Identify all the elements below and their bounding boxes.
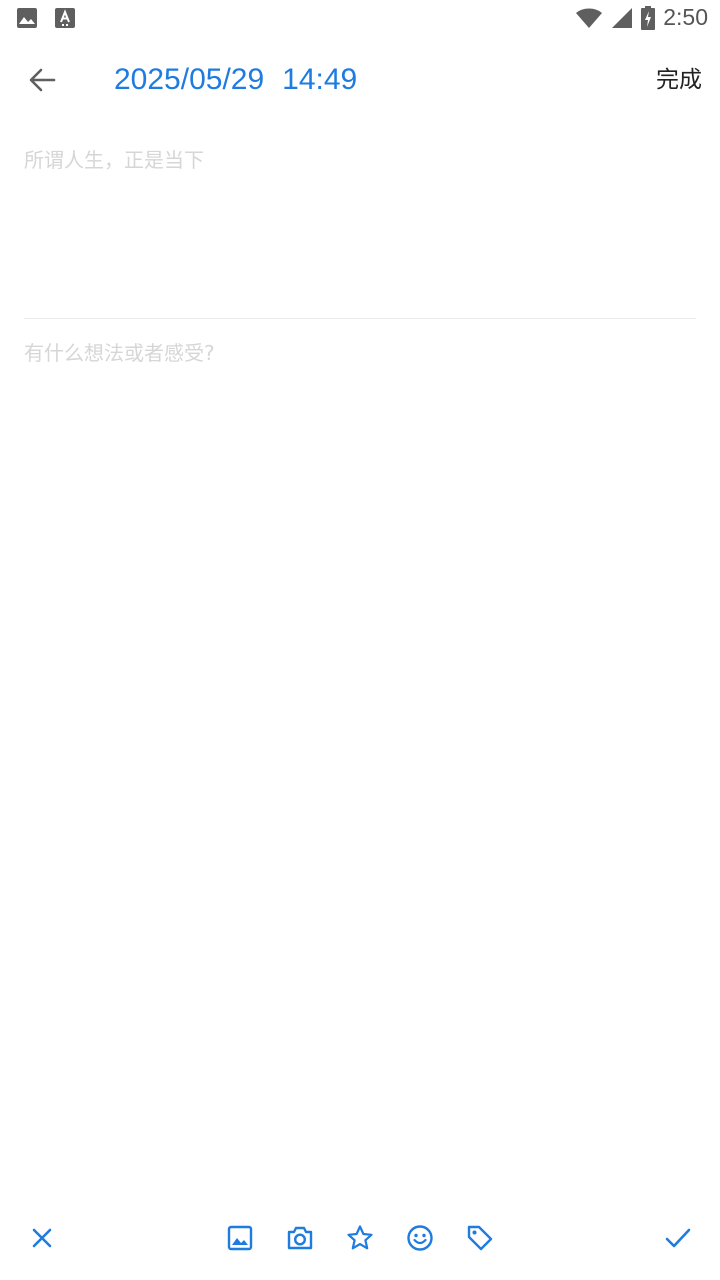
- insert-image-button[interactable]: [220, 1218, 260, 1258]
- confirm-button[interactable]: [658, 1218, 698, 1258]
- camera-button[interactable]: [280, 1218, 320, 1258]
- close-button[interactable]: [22, 1218, 62, 1258]
- title-input[interactable]: 所谓人生，正是当下: [24, 140, 696, 180]
- status-bar: 2:50: [0, 0, 720, 36]
- entry-date[interactable]: 2025/05/29: [114, 60, 264, 100]
- favorite-button[interactable]: [340, 1218, 380, 1258]
- battery-charging-icon: [641, 5, 656, 30]
- done-button[interactable]: 完成: [656, 60, 702, 100]
- date-time-selector[interactable]: 2025/05/29 14:49: [114, 60, 357, 100]
- entry-time[interactable]: 14:49: [282, 60, 357, 100]
- tag-icon: [466, 1224, 494, 1252]
- emoji-button[interactable]: [400, 1218, 440, 1258]
- screen: 2:50 2025/05/29 14:49 完成 所谓人生，正是当下 有什么想法…: [0, 0, 720, 1280]
- text-a-icon: [54, 7, 76, 29]
- signal-icon: [611, 7, 633, 29]
- close-icon: [31, 1227, 53, 1249]
- arrow-left-icon: [28, 66, 56, 94]
- check-icon: [665, 1227, 691, 1249]
- tag-button[interactable]: [460, 1218, 500, 1258]
- emoji-icon: [406, 1224, 434, 1252]
- content-input[interactable]: 有什么想法或者感受?: [24, 333, 696, 373]
- status-time: 2:50: [663, 4, 708, 30]
- back-button[interactable]: [22, 60, 62, 100]
- image-icon: [16, 7, 38, 29]
- editor-header: 2025/05/29 14:49 完成: [0, 48, 720, 112]
- bottom-toolbar: [0, 1208, 720, 1268]
- camera-icon: [286, 1225, 314, 1251]
- star-icon: [346, 1224, 374, 1252]
- wifi-icon: [575, 7, 603, 29]
- divider: [24, 318, 696, 319]
- status-indicators: 2:50: [575, 4, 708, 31]
- status-notifications: [16, 7, 76, 29]
- image-icon: [227, 1225, 253, 1251]
